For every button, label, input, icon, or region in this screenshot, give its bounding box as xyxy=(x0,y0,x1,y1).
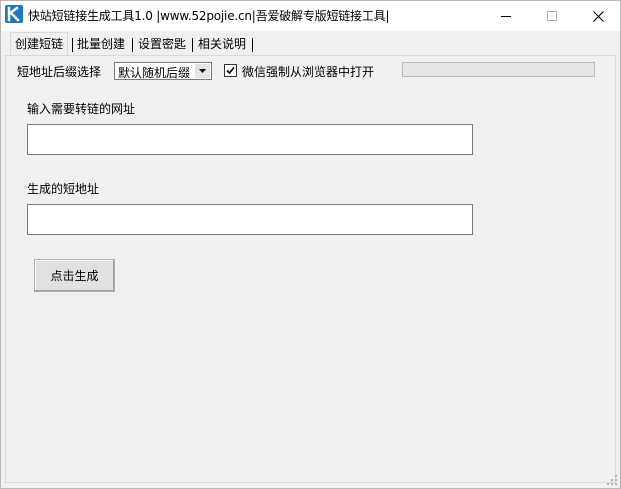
checkmark-icon xyxy=(226,66,235,75)
minimize-button[interactable] xyxy=(483,1,529,31)
title-bar[interactable]: 快站短链接生成工具1.0 |www.52pojie.cn|吾爱破解专版短链接工具… xyxy=(1,1,620,31)
suffix-select-label: 短地址后缀选择 xyxy=(17,65,102,79)
tab-create-short-link[interactable]: 创建短链 xyxy=(10,32,69,55)
dropdown-button[interactable] xyxy=(195,64,210,78)
maximize-icon xyxy=(547,11,557,21)
window-title: 快站短链接生成工具1.0 |www.52pojie.cn|吾爱破解专版短链接工具… xyxy=(28,9,390,23)
tab-separator xyxy=(192,38,193,52)
url-input[interactable] xyxy=(27,124,473,155)
short-url-label: 生成的短地址 xyxy=(27,182,100,196)
tab-about[interactable]: 相关说明 xyxy=(194,34,251,55)
url-input-label: 输入需要转链的网址 xyxy=(27,102,136,116)
close-icon xyxy=(592,10,604,22)
close-button[interactable] xyxy=(575,1,621,31)
app-window: 快站短链接生成工具1.0 |www.52pojie.cn|吾爱破解专版短链接工具… xyxy=(0,0,621,489)
app-logo-icon xyxy=(5,5,23,23)
chevron-down-icon xyxy=(199,69,206,73)
progress-bar xyxy=(402,62,595,77)
tab-separator xyxy=(252,38,253,52)
minimize-icon xyxy=(501,16,511,17)
wechat-browser-checkbox[interactable] xyxy=(224,64,237,77)
maximize-button[interactable] xyxy=(529,1,575,31)
tab-set-key[interactable]: 设置密匙 xyxy=(134,34,191,55)
wechat-browser-label[interactable]: 微信强制从浏览器中打开 xyxy=(242,63,374,80)
resize-grip-icon[interactable] xyxy=(607,475,617,485)
generate-button[interactable]: 点击生成 xyxy=(34,259,115,292)
tab-separator xyxy=(132,38,133,52)
short-url-output[interactable] xyxy=(27,204,473,235)
tab-batch-create[interactable]: 批量创建 xyxy=(73,34,130,55)
suffix-dropdown-value: 默认随机后缀 xyxy=(118,66,191,80)
suffix-dropdown[interactable]: 默认随机后缀 xyxy=(114,62,212,80)
